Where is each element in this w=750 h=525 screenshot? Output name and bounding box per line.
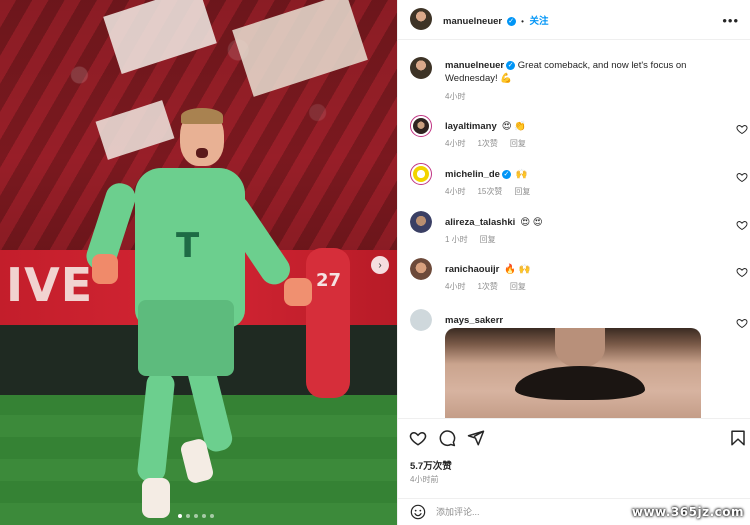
- comment-meta: 4小时 1次赞 回复: [445, 138, 526, 149]
- follow-button[interactable]: 关注: [530, 16, 549, 27]
- carousel-next-button[interactable]: ›: [371, 256, 389, 274]
- post-timestamp: 4小时前: [410, 475, 439, 484]
- reply-button[interactable]: 回复: [480, 234, 496, 245]
- more-options-icon[interactable]: •••: [722, 13, 739, 28]
- comment-row: layaltimany 😍 👏 4小时 1次赞 回复: [398, 115, 750, 159]
- jersey-logo: T: [176, 226, 200, 266]
- chevron-right-icon: ›: [378, 259, 382, 271]
- comment-row: michelin_de ✓ 🙌 4小时 15次赞 回复: [398, 163, 750, 207]
- caption-username[interactable]: manuelneuer: [445, 60, 504, 71]
- avatar[interactable]: [410, 8, 432, 30]
- avatar-image: [410, 211, 432, 233]
- post-side-panel: manuelneuer ✓ • 关注 ••• manuelneuer ✓ Grea…: [397, 0, 750, 525]
- carousel-dot[interactable]: [194, 514, 198, 518]
- comment-like-count[interactable]: 1次赞: [477, 281, 497, 292]
- comment-text: 🔥 🙌: [504, 264, 531, 275]
- carousel-indicator: [178, 514, 214, 518]
- comment-like-heart-icon[interactable]: [736, 123, 748, 135]
- banner-text: IVE: [6, 258, 94, 312]
- comment-text-line: ranichaouijr 🔥 🙌: [445, 263, 715, 276]
- verified-badge-icon: ✓: [506, 60, 516, 70]
- goalkeeper-mouth: [196, 148, 208, 158]
- comment-like-count[interactable]: 1次赞: [477, 138, 497, 149]
- goalkeeper-shorts: [138, 300, 234, 376]
- comment-like-count[interactable]: 15次赞: [477, 186, 502, 197]
- comment-text-line: layaltimany 😍 👏: [445, 120, 715, 133]
- goalkeeper-left-boot: [142, 478, 170, 518]
- reply-button[interactable]: 回复: [510, 138, 526, 149]
- comment-like-heart-icon[interactable]: [736, 171, 748, 183]
- comment-text: 🙌: [515, 169, 528, 180]
- comment-image[interactable]: [445, 328, 701, 418]
- comment-like-heart-icon[interactable]: [736, 317, 748, 329]
- comment-row: ranichaouijr 🔥 🙌 4小时 1次赞 回复: [398, 258, 750, 302]
- instagram-post-view: IVE 27 T › manuelneuer ✓ • 关注 ••• manuel…: [0, 0, 750, 525]
- comment-username[interactable]: alireza_talashki: [445, 217, 515, 228]
- post-header: manuelneuer ✓ • 关注 •••: [398, 0, 750, 40]
- like-heart-icon[interactable]: [409, 429, 427, 447]
- comment-meta: 1 小时 回复: [445, 234, 496, 245]
- comment-username[interactable]: mays_sakerr: [445, 315, 503, 326]
- comment-time: 4小时: [445, 282, 466, 291]
- goalkeeper-left-glove: [92, 254, 118, 284]
- avatar[interactable]: [410, 115, 432, 137]
- caption-meta: 4小时: [445, 91, 465, 102]
- owner-username[interactable]: manuelneuer: [443, 16, 502, 27]
- comment-text: 😍 👏: [501, 121, 527, 132]
- comment-text-line: alireza_talashki 😍 😍: [445, 216, 715, 229]
- comment-meta: 4小时 1次赞 回复: [445, 281, 526, 292]
- verified-badge-icon: ✓: [506, 17, 516, 27]
- comment-username[interactable]: ranichaouijr: [445, 264, 499, 275]
- reply-button[interactable]: 回复: [514, 186, 530, 197]
- avatar[interactable]: [410, 57, 432, 79]
- goalkeeper-hair: [181, 108, 223, 124]
- comment-time: 4小时: [445, 187, 466, 196]
- avatar[interactable]: [410, 309, 432, 331]
- avatar-image: [410, 309, 432, 331]
- comment-time: 1 小时: [445, 235, 468, 244]
- verified-badge-icon: ✓: [501, 169, 511, 179]
- carousel-dot[interactable]: [186, 514, 190, 518]
- caption-row: manuelneuer ✓ Great comeback, and now let…: [398, 55, 750, 105]
- share-send-icon[interactable]: [467, 429, 485, 447]
- carousel-dot[interactable]: [210, 514, 214, 518]
- comment-time: 4小时: [445, 139, 466, 148]
- caption-time: 4小时: [445, 92, 466, 101]
- comment-input[interactable]: [436, 505, 616, 519]
- avatar-image: [413, 166, 429, 182]
- avatar-image: [413, 118, 429, 134]
- bookmark-icon[interactable]: [729, 429, 747, 447]
- avatar[interactable]: [410, 163, 432, 185]
- emoji-icon[interactable]: [410, 504, 426, 520]
- caption: manuelneuer ✓ Great comeback, and now let…: [445, 59, 715, 85]
- image-nose: [555, 328, 605, 368]
- teammate-number: 27: [316, 270, 342, 291]
- comment-row: alireza_talashki 😍 😍 1 小时 回复: [398, 211, 750, 255]
- comment-meta: 4小时 15次赞 回复: [445, 186, 530, 197]
- separator-dot: •: [521, 17, 524, 26]
- comment-username[interactable]: michelin_de: [445, 169, 500, 180]
- comment-bubble-icon[interactable]: [438, 429, 456, 447]
- comment-username[interactable]: layaltimany: [445, 121, 497, 132]
- carousel-dot[interactable]: [202, 514, 206, 518]
- likes-count[interactable]: 5.7万次赞: [410, 458, 452, 472]
- comment-like-heart-icon[interactable]: [736, 219, 748, 231]
- goalkeeper-right-glove: [284, 278, 312, 306]
- avatar-image: [410, 258, 432, 280]
- post-photo[interactable]: IVE 27 T ›: [0, 0, 397, 525]
- avatar[interactable]: [410, 211, 432, 233]
- image-moustache: [515, 366, 645, 400]
- site-watermark: www.365jz.com: [631, 505, 744, 519]
- comment-like-heart-icon[interactable]: [736, 266, 748, 278]
- avatar[interactable]: [410, 258, 432, 280]
- comment-text-line: mays_sakerr: [445, 314, 715, 327]
- action-bar: [398, 418, 750, 456]
- comment-text: 😍 😍: [520, 217, 543, 228]
- comment-text-line: michelin_de ✓ 🙌: [445, 168, 715, 181]
- carousel-dot[interactable]: [178, 514, 182, 518]
- reply-button[interactable]: 回复: [510, 281, 526, 292]
